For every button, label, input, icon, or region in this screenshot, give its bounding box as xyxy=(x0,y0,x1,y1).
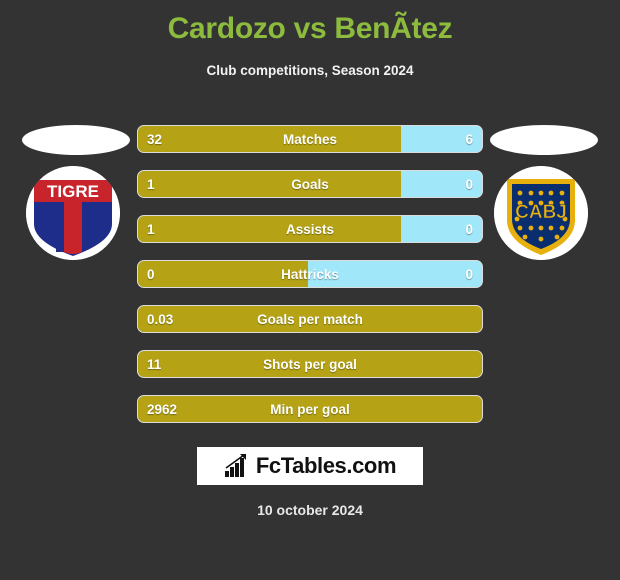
watermark-text: FcTables.com xyxy=(255,453,397,478)
stat-label: Shots per goal xyxy=(263,357,357,372)
stat-label: Matches xyxy=(282,132,338,147)
away-team-crest: CABJ xyxy=(494,166,588,260)
stat-row: 32 Matches 6 xyxy=(137,125,483,153)
svg-text:TIGRE: TIGRE xyxy=(47,182,99,201)
page-title: Cardozo vs BenÃ­tez xyxy=(167,12,453,45)
footer-date: 10 october 2024 xyxy=(257,502,363,518)
boca-juniors-crest-icon: CABJ xyxy=(494,166,588,260)
stat-label: Goals per match xyxy=(257,312,363,327)
stat-row: 2962 Min per goal xyxy=(137,395,483,423)
away-value: 0 xyxy=(465,177,473,192)
stat-label: Assists xyxy=(285,222,335,237)
home-team-crest: TIGRE xyxy=(26,166,120,260)
bar-chart-arrow-icon xyxy=(224,454,246,477)
svg-text:CABJ: CABJ xyxy=(515,202,567,223)
left-shadow-ellipse xyxy=(22,125,130,155)
stat-row: 11 Shots per goal xyxy=(137,350,483,378)
tigre-crest-icon: TIGRE xyxy=(26,166,120,260)
stat-row: 0 Hattricks 0 xyxy=(137,260,483,288)
stat-row: 0.03 Goals per match xyxy=(137,305,483,333)
right-shadow-ellipse xyxy=(490,125,598,155)
stat-label: Min per goal xyxy=(270,402,350,417)
page-subtitle: Club competitions, Season 2024 xyxy=(206,63,414,78)
away-value: 6 xyxy=(465,132,473,147)
away-value: 0 xyxy=(465,267,473,282)
away-value: 0 xyxy=(465,222,473,237)
stat-row: 1 Goals 0 xyxy=(137,170,483,198)
stats-bar-list: 32 Matches 6 1 Goals 0 1 Assists 0 0 Hat… xyxy=(137,125,483,440)
stat-row: 1 Assists 0 xyxy=(137,215,483,243)
stat-label: Hattricks xyxy=(281,267,339,282)
watermark-logo: FcTables.com xyxy=(197,447,423,485)
stat-label: Goals xyxy=(291,177,329,192)
